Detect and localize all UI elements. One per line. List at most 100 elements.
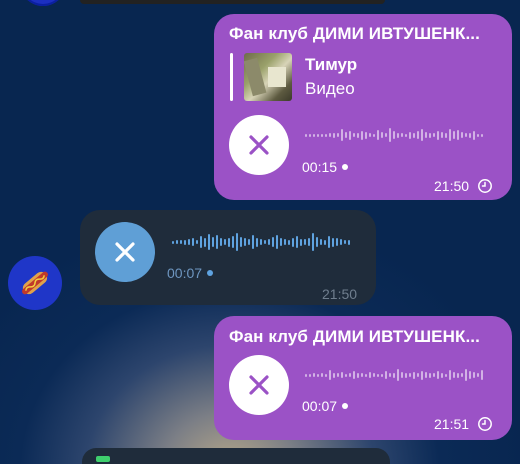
waveform-bar — [369, 372, 371, 378]
waveform-bar — [176, 240, 178, 244]
waveform-bar — [369, 133, 371, 137]
waveform-bar — [329, 133, 331, 137]
waveform-bar — [272, 237, 274, 247]
waveform-bar — [413, 132, 415, 138]
waveform-bar — [445, 373, 447, 377]
unplayed-dot — [207, 270, 214, 276]
sender-name[interactable]: Фан клуб ДИМИ ИВТУШЕНК... — [229, 24, 480, 44]
waveform-bar — [393, 372, 395, 378]
waveform-bar — [184, 239, 186, 245]
reply-message-text[interactable]: Видео — [305, 79, 355, 99]
waveform-bar — [321, 373, 323, 377]
reply-author-name[interactable]: Тимур — [305, 55, 357, 75]
waveform-bar — [216, 235, 218, 249]
close-x-icon — [115, 242, 135, 262]
waveform-bar — [429, 372, 431, 378]
waveform-bar — [441, 372, 443, 378]
reply-video-thumbnail[interactable] — [244, 53, 292, 101]
voice-cancel-button[interactable] — [229, 115, 289, 175]
waveform-bar — [385, 371, 387, 379]
waveform-bar — [461, 373, 463, 377]
waveform-bar — [196, 240, 198, 244]
hotdog-icon — [22, 271, 48, 295]
waveform-bar — [296, 236, 298, 248]
voice-duration: 00:07 — [302, 398, 349, 414]
waveform-bar — [449, 370, 451, 380]
sender-name[interactable]: Фан клуб ДИМИ ИВТУШЕНК... — [229, 327, 480, 347]
voice-cancel-button[interactable] — [95, 222, 155, 282]
waveform-bar — [353, 133, 355, 137]
waveform-bar — [317, 373, 319, 377]
waveform-bar — [377, 373, 379, 377]
waveform-bar — [461, 132, 463, 138]
waveform-bar — [345, 132, 347, 138]
waveform-bar — [421, 129, 423, 141]
waveform-bar — [328, 236, 330, 248]
waveform-bar — [401, 372, 403, 378]
waveform-bar — [349, 130, 351, 140]
waveform-bar — [477, 133, 479, 137]
waveform-bar — [244, 238, 246, 246]
waveform-bar — [453, 131, 455, 139]
voice-waveform[interactable] — [305, 361, 485, 389]
unplayed-dot — [342, 403, 349, 409]
waveform-bar — [325, 373, 327, 377]
waveform-bar — [280, 238, 282, 246]
waveform-bar — [292, 237, 294, 247]
waveform-bar — [449, 129, 451, 141]
waveform-bar — [341, 372, 343, 378]
waveform-bar — [344, 240, 346, 244]
waveform-bar — [413, 371, 415, 379]
waveform-bar — [429, 132, 431, 138]
message-time: 21:50 — [322, 286, 358, 302]
waveform-bar — [305, 133, 307, 137]
waveform-bar — [433, 373, 435, 377]
waveform-bar — [469, 371, 471, 379]
waveform-bar — [204, 237, 206, 247]
waveform-bar — [409, 131, 411, 139]
waveform-bar — [333, 372, 335, 378]
waveform-bar — [481, 370, 483, 380]
waveform-bar — [309, 133, 311, 137]
waveform-bar — [304, 239, 306, 245]
waveform-bar — [341, 129, 343, 141]
avatar-sender[interactable] — [8, 256, 62, 310]
voice-cancel-button[interactable] — [229, 355, 289, 415]
message-time: 21:50 — [434, 178, 493, 194]
waveform-bar — [264, 240, 266, 244]
voice-waveform[interactable] — [305, 121, 485, 149]
waveform-bar — [300, 238, 302, 246]
waveform-bar — [437, 371, 439, 379]
waveform-bar — [477, 373, 479, 377]
waveform-bar — [445, 132, 447, 138]
message-time: 21:51 — [434, 416, 493, 432]
clock-icon — [478, 417, 492, 431]
waveform-bar — [425, 372, 427, 378]
waveform-bar — [268, 239, 270, 245]
waveform-bar — [405, 372, 407, 378]
close-x-icon — [249, 135, 269, 155]
close-x-icon — [249, 375, 269, 395]
waveform-bar — [381, 373, 383, 377]
waveform-bar — [381, 132, 383, 138]
waveform-bar — [260, 239, 262, 245]
waveform-bar — [228, 237, 230, 247]
waveform-bar — [389, 128, 391, 142]
waveform-bar — [317, 133, 319, 137]
waveform-bar — [457, 130, 459, 140]
waveform-bar — [248, 239, 250, 245]
waveform-bar — [405, 133, 407, 137]
waveform-bar — [212, 237, 214, 247]
waveform-bar — [465, 133, 467, 137]
waveform-bar — [469, 132, 471, 138]
waveform-bar — [361, 130, 363, 140]
waveform-bar — [192, 238, 194, 246]
avatar-top[interactable] — [20, 0, 66, 6]
waveform-bar — [220, 238, 222, 246]
waveform-bar — [337, 373, 339, 377]
waveform-bar — [324, 239, 326, 245]
voice-waveform[interactable] — [172, 228, 352, 256]
waveform-bar — [329, 370, 331, 380]
waveform-bar — [365, 131, 367, 139]
waveform-bar — [321, 133, 323, 137]
